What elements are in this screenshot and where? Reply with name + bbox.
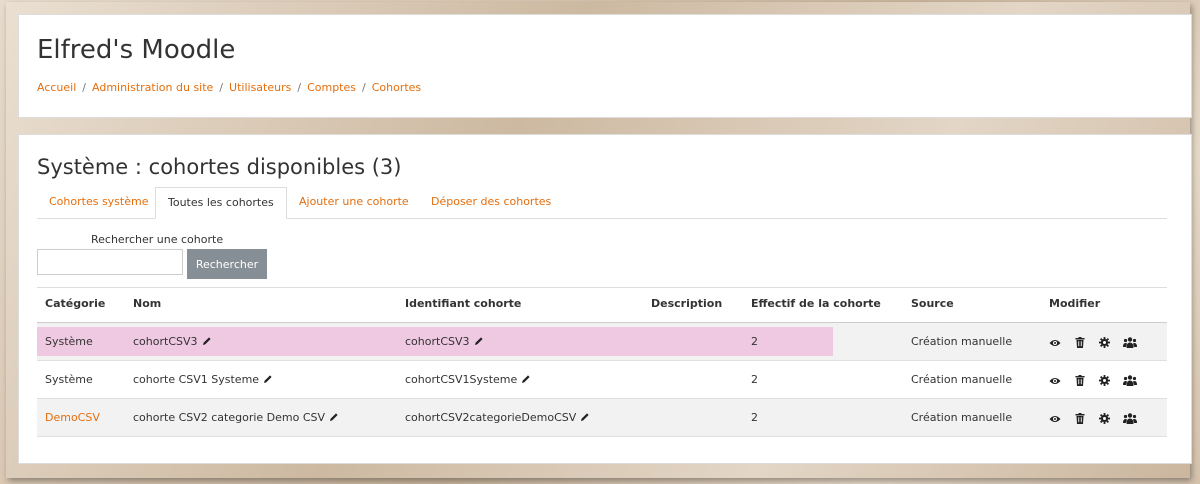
pencil-icon[interactable] — [263, 374, 273, 384]
tab-add-cohort[interactable]: Ajouter une cohorte — [287, 187, 421, 217]
cell-name[interactable]: cohortCSV3 — [133, 323, 212, 360]
cell-name-text: cohortCSV3 — [133, 335, 198, 348]
pencil-icon[interactable] — [329, 412, 339, 422]
table-header: Catégorie Nom Identifiant cohorte Descri… — [37, 287, 1167, 323]
breadcrumb-separator: / — [361, 81, 366, 94]
users-icon[interactable] — [1123, 336, 1138, 351]
cell-idnumber[interactable]: cohortCSV3 — [405, 323, 484, 360]
cell-name-text: cohorte CSV2 categorie Demo CSV — [133, 411, 326, 424]
breadcrumb-accounts[interactable]: Comptes — [307, 81, 356, 94]
cell-source: Création manuelle — [911, 335, 1013, 348]
cell-category-link[interactable]: DemoCSV — [45, 399, 100, 436]
cell-size: 2 — [751, 335, 758, 348]
table-row: Système cohorte CSV1 Systeme cohortCSV1S… — [37, 361, 1167, 399]
gear-icon[interactable] — [1098, 412, 1110, 427]
cell-name[interactable]: cohorte CSV1 Systeme — [133, 361, 273, 398]
header-size: Effectif de la cohorte — [751, 297, 881, 310]
breadcrumb-separator: / — [82, 81, 86, 94]
cell-source: Création manuelle — [911, 411, 1013, 424]
breadcrumb-users[interactable]: Utilisateurs — [229, 81, 291, 94]
breadcrumb-site-admin[interactable]: Administration du site — [92, 81, 213, 94]
row-actions — [1049, 336, 1147, 348]
tab-upload-cohorts[interactable]: Déposer des cohortes — [419, 187, 563, 217]
trash-icon[interactable] — [1075, 336, 1085, 351]
pencil-icon[interactable] — [202, 336, 212, 346]
search-label: Rechercher une cohorte — [91, 233, 224, 246]
header-source: Source — [911, 297, 954, 310]
cell-name[interactable]: cohorte CSV2 categorie Demo CSV — [133, 399, 339, 436]
breadcrumb-home[interactable]: Accueil — [37, 81, 76, 94]
gear-icon[interactable] — [1098, 374, 1110, 389]
cell-source: Création manuelle — [911, 373, 1013, 386]
breadcrumb-cohorts[interactable]: Cohortes — [372, 81, 421, 94]
page-title: Système : cohortes disponibles (3) — [37, 155, 402, 179]
table-row: DemoCSV cohorte CSV2 categorie Demo CSV … — [37, 399, 1167, 437]
cell-category: Système — [45, 373, 93, 386]
page-header: Elfred's Moodle Accueil / Administration d… — [18, 14, 1192, 118]
gear-icon[interactable] — [1098, 336, 1110, 351]
breadcrumb: Accueil / Administration du site / Utilisate… — [37, 81, 421, 94]
tab-system-cohorts[interactable]: Cohortes système — [37, 187, 160, 217]
header-idnumber[interactable]: Identifiant cohorte — [405, 288, 521, 320]
cell-name-text: cohorte CSV1 Systeme — [133, 373, 260, 386]
eye-icon[interactable] — [1049, 375, 1061, 389]
search-button[interactable]: Rechercher — [187, 249, 267, 279]
tab-all-cohorts[interactable]: Toutes les cohortes — [155, 187, 287, 219]
cell-idnumber[interactable]: cohortCSV2categorieDemoCSV — [405, 399, 590, 436]
window-frame: Elfred's Moodle Accueil / Administration d… — [6, 2, 1192, 478]
cell-idnumber[interactable]: cohortCSV1Systeme — [405, 361, 531, 398]
row-actions — [1049, 374, 1147, 386]
cell-size: 2 — [751, 411, 758, 424]
trash-icon[interactable] — [1075, 412, 1085, 427]
search-input[interactable] — [37, 249, 183, 275]
cell-size: 2 — [751, 373, 758, 386]
table-row: Système cohortCSV3 cohortCSV3 2 Création… — [37, 323, 1167, 361]
tab-bar: Cohortes système Toutes les cohortes Ajo… — [37, 187, 1167, 219]
row-actions — [1049, 412, 1147, 424]
users-icon[interactable] — [1123, 412, 1138, 427]
header-category[interactable]: Catégorie — [45, 288, 105, 320]
trash-icon[interactable] — [1075, 374, 1085, 389]
pencil-icon[interactable] — [521, 374, 531, 384]
pencil-icon[interactable] — [580, 412, 590, 422]
header-edit: Modifier — [1049, 297, 1101, 310]
site-title: Elfred's Moodle — [37, 35, 236, 65]
header-description: Description — [651, 297, 723, 310]
breadcrumb-separator: / — [219, 81, 224, 94]
header-name[interactable]: Nom — [133, 288, 161, 320]
users-icon[interactable] — [1123, 374, 1138, 389]
cell-idnumber-text: cohortCSV1Systeme — [405, 373, 518, 386]
cohorts-table: Catégorie Nom Identifiant cohorte Descri… — [37, 287, 1167, 437]
cell-category: Système — [45, 335, 93, 348]
main-content: Système : cohortes disponibles (3) Cohor… — [18, 134, 1192, 464]
breadcrumb-separator: / — [297, 81, 302, 94]
eye-icon[interactable] — [1049, 337, 1061, 351]
eye-icon[interactable] — [1049, 413, 1061, 427]
cell-idnumber-text: cohortCSV3 — [405, 335, 470, 348]
pencil-icon[interactable] — [474, 336, 484, 346]
cell-idnumber-text: cohortCSV2categorieDemoCSV — [405, 411, 577, 424]
